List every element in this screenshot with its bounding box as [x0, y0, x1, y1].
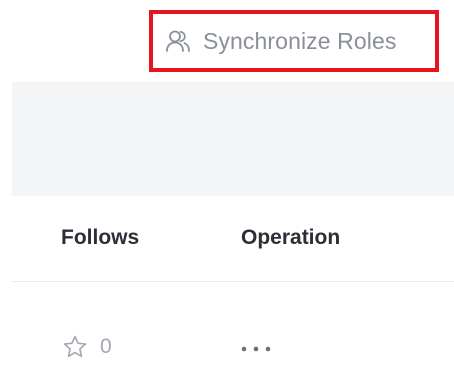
table-header: Follows Operation	[12, 196, 454, 282]
more-horizontal-icon	[238, 340, 278, 358]
toolbar: Synchronize Roles	[0, 0, 454, 82]
star-outline-icon	[62, 334, 88, 360]
synchronize-roles-label: Synchronize Roles	[203, 27, 397, 54]
synchronize-roles-button[interactable]: Synchronize Roles	[149, 10, 439, 72]
column-header-operation: Operation	[241, 226, 341, 249]
users-icon	[165, 28, 191, 54]
filter-area	[12, 82, 454, 196]
more-options-button[interactable]	[238, 342, 278, 356]
page: Synchronize Roles Follows Operation 0	[0, 0, 454, 372]
table-row: 0	[12, 282, 454, 372]
follows-count: 0	[100, 335, 112, 358]
column-header-follows: Follows	[61, 226, 140, 249]
follow-toggle[interactable]: 0	[62, 334, 112, 360]
